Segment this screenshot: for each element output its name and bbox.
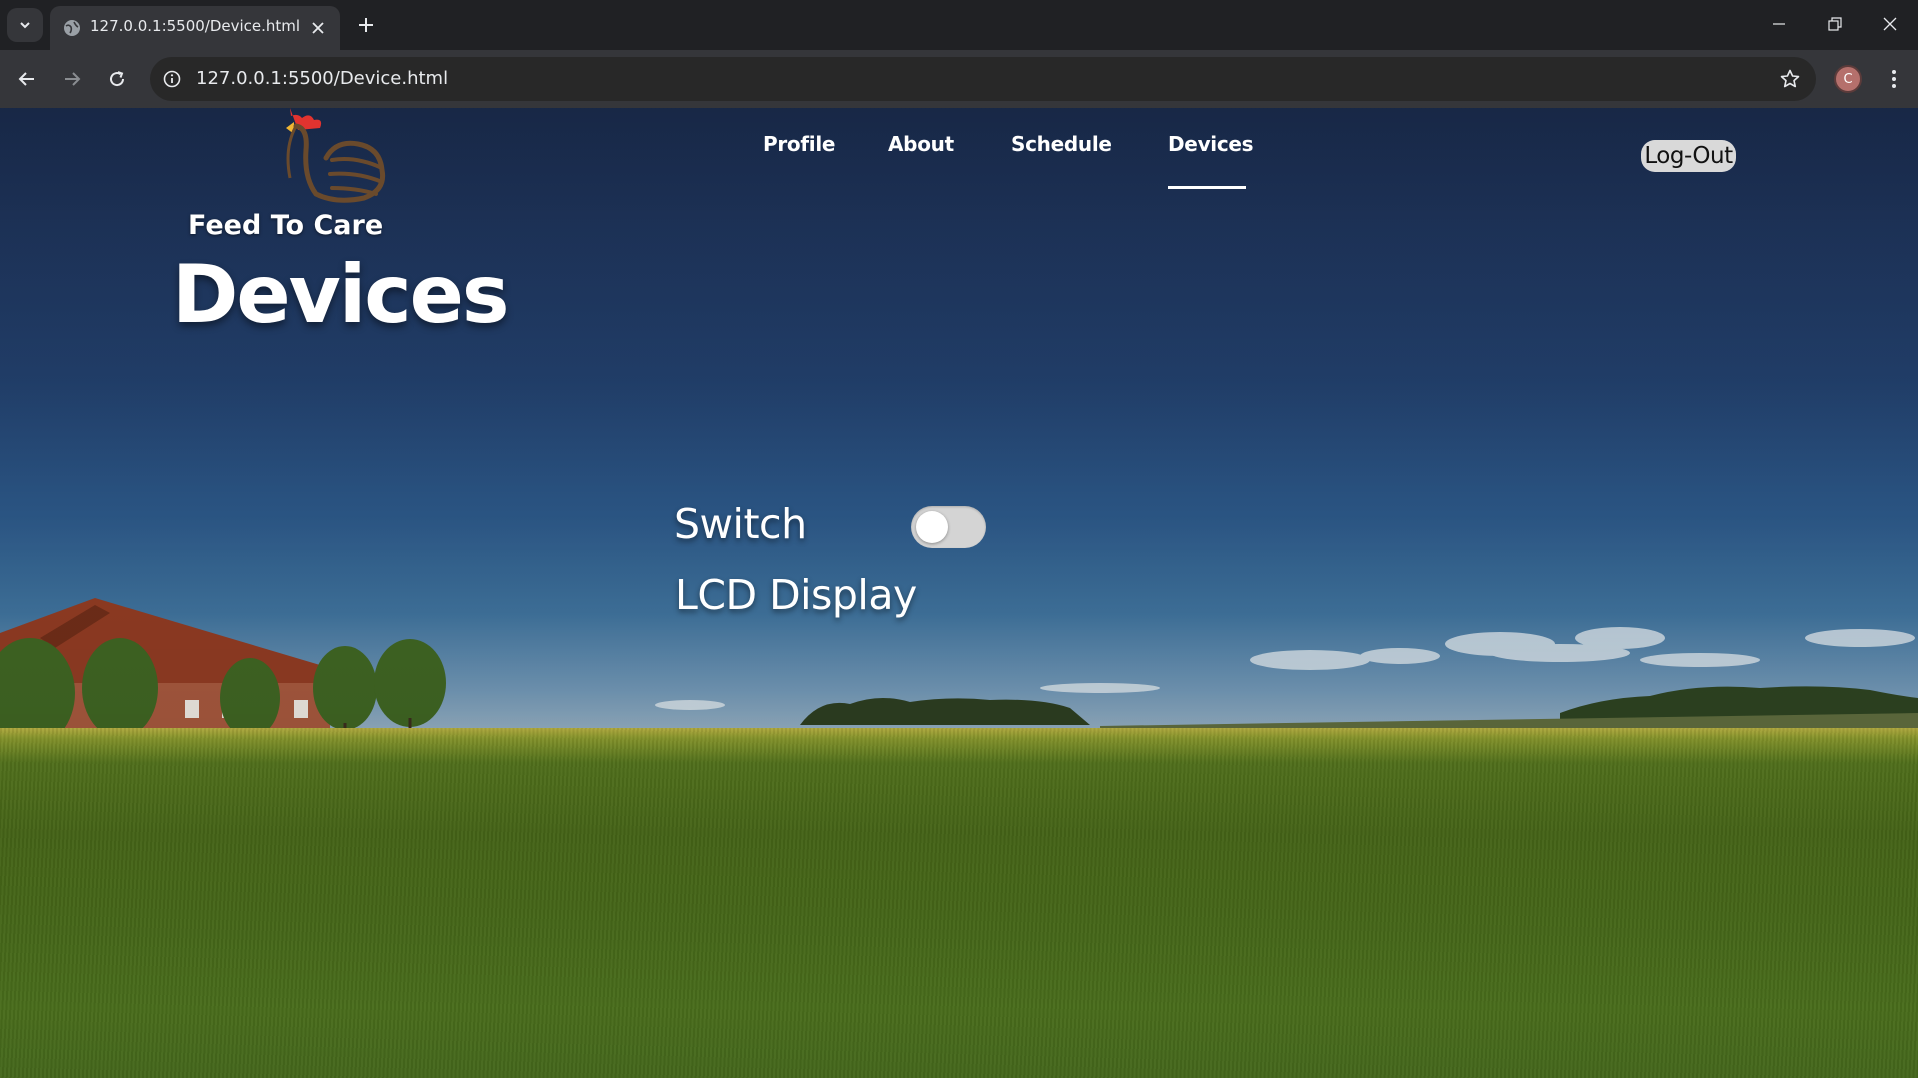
page-viewport: Feed To Care Profile About Schedule Devi… <box>0 108 1918 1078</box>
star-icon <box>1780 69 1800 88</box>
browser-toolbar: 127.0.0.1:5500/Device.html C <box>0 50 1918 108</box>
nav-link-schedule[interactable]: Schedule <box>1011 132 1112 156</box>
address-bar[interactable]: 127.0.0.1:5500/Device.html <box>150 57 1816 101</box>
nav-link-about[interactable]: About <box>888 132 954 156</box>
restore-icon <box>1828 17 1842 31</box>
tab-close-button[interactable] <box>306 16 330 40</box>
minimize-button[interactable] <box>1751 0 1807 48</box>
reload-button[interactable] <box>101 63 133 95</box>
close-icon <box>312 22 324 34</box>
tab-title: 127.0.0.1:5500/Device.html <box>90 17 301 35</box>
logout-button[interactable]: Log-Out <box>1641 140 1736 172</box>
chevron-down-icon <box>20 22 30 29</box>
info-icon <box>163 70 181 88</box>
forward-icon <box>65 72 81 86</box>
tab-list-button[interactable] <box>7 8 43 42</box>
nav-link-devices[interactable]: Devices <box>1168 132 1254 156</box>
back-icon <box>18 72 34 86</box>
browser-tabbar: 127.0.0.1:5500/Device.html <box>0 0 1918 50</box>
device-label-lcd-display: LCD Display <box>675 571 917 619</box>
new-tab-button[interactable] <box>352 11 380 39</box>
profile-avatar[interactable]: C <box>1834 65 1862 93</box>
page-title: Devices <box>172 248 510 341</box>
globe-icon <box>64 20 80 36</box>
reload-icon <box>110 71 125 87</box>
window-close-button[interactable] <box>1862 0 1918 48</box>
window-close-icon <box>1883 17 1897 31</box>
url-text[interactable]: 127.0.0.1:5500/Device.html <box>196 68 448 89</box>
plus-icon <box>359 18 373 32</box>
toggle-knob <box>916 511 948 543</box>
main-nav: Profile About Schedule Devices <box>0 132 1918 172</box>
forward-button[interactable] <box>56 63 88 95</box>
minimize-icon <box>1773 23 1785 25</box>
brand-name[interactable]: Feed To Care <box>188 210 383 241</box>
device-label-switch: Switch <box>674 500 807 548</box>
browser-tab[interactable]: 127.0.0.1:5500/Device.html <box>50 6 340 50</box>
switch-toggle[interactable] <box>911 506 986 548</box>
restore-button[interactable] <box>1807 0 1863 48</box>
site-info-button[interactable] <box>160 67 184 91</box>
browser-menu-button[interactable] <box>1880 63 1908 95</box>
back-button[interactable] <box>11 63 43 95</box>
kebab-menu-icon <box>1892 70 1896 88</box>
active-nav-indicator <box>1168 186 1246 189</box>
nav-link-profile[interactable]: Profile <box>763 132 835 156</box>
bookmark-button[interactable] <box>1778 67 1802 91</box>
